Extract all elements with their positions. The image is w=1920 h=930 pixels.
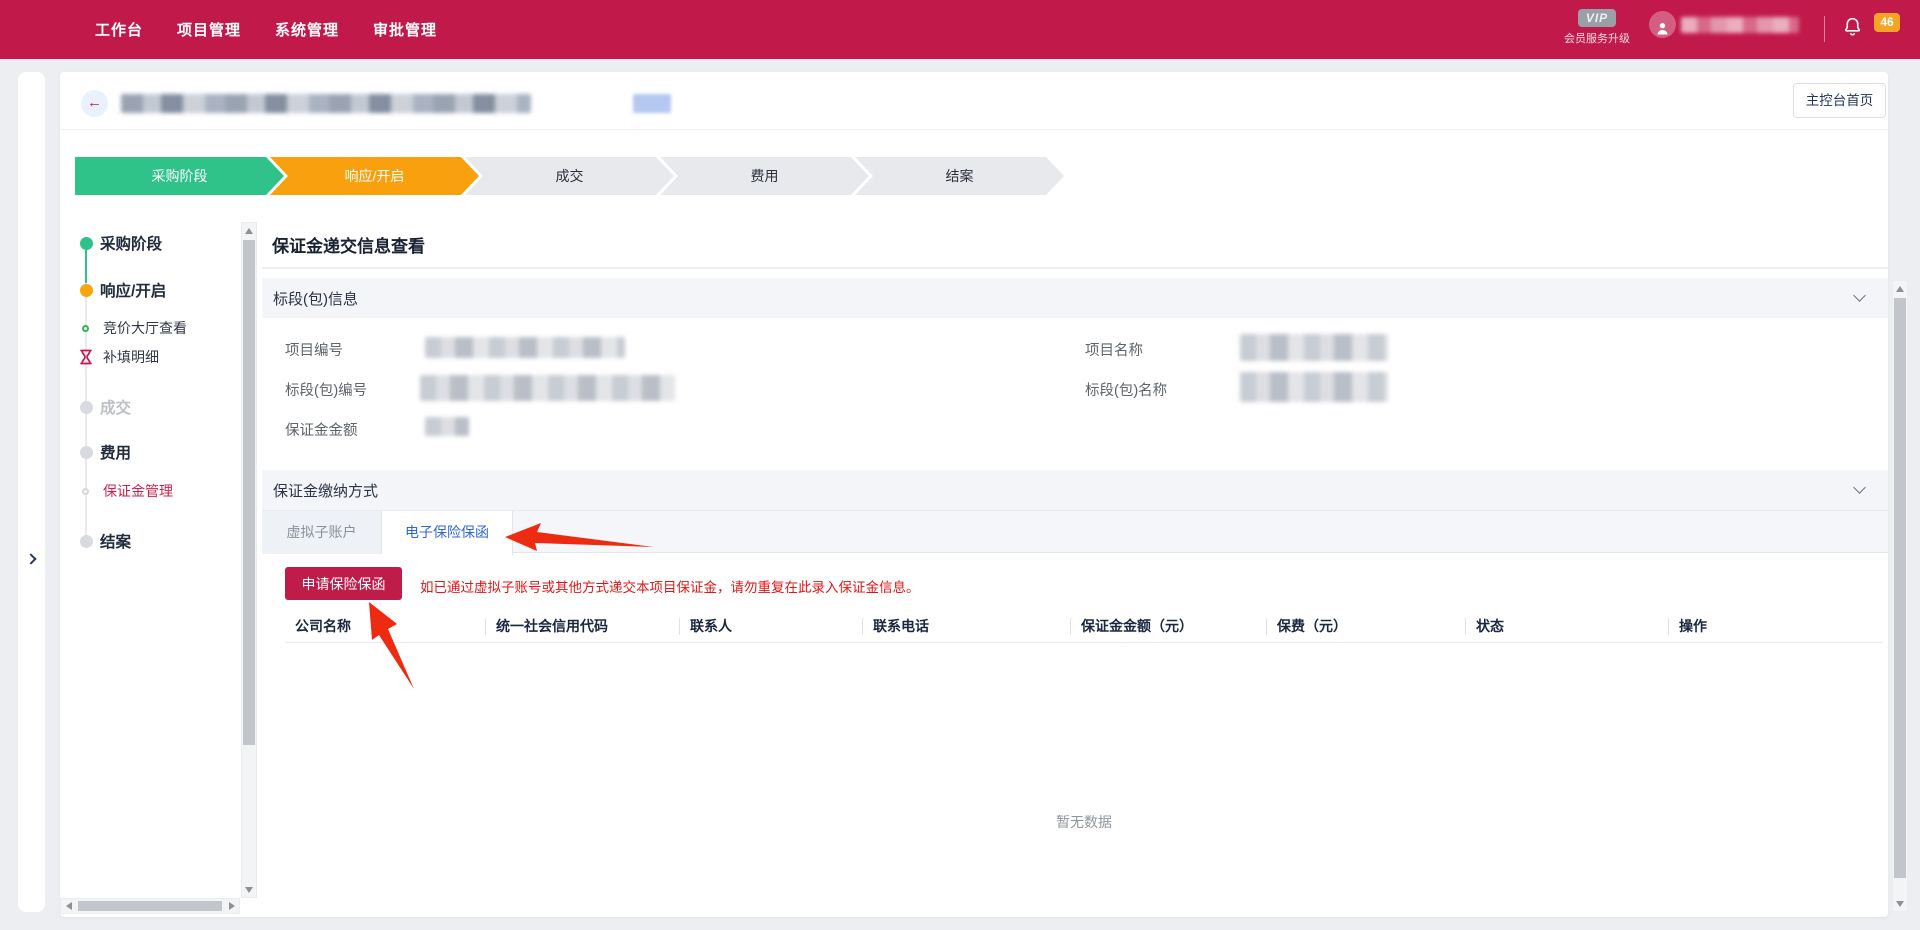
label-project-name: 项目名称 [1085,339,1143,360]
menu-item-project-mgmt[interactable]: 项目管理 [177,19,241,40]
menu-item-system-mgmt[interactable]: 系统管理 [275,19,339,40]
tab-virtual-subaccount[interactable]: 虚拟子账户 [262,511,382,554]
scroll-up-icon[interactable] [242,223,256,238]
status-badge-redacted [633,94,671,113]
step-fee[interactable]: 费用 [660,157,869,195]
back-button[interactable]: ← [81,90,108,117]
collapse-chevron-icon[interactable] [1853,481,1866,494]
divider [262,267,1888,269]
green-dot-icon [80,237,93,250]
section-title: 标段(包)信息 [273,288,358,309]
gray-dot-icon [80,401,93,414]
label-deposit-amount: 保证金金额 [285,419,358,440]
page-root: 工作台 项目管理 系统管理 审批管理 VIP 会员服务升级 46 [0,0,1920,930]
expand-chevron-icon[interactable] [25,553,36,564]
notification-bell-icon[interactable] [1842,15,1863,43]
nav-divider [1824,16,1825,42]
section-header-payment-method: 保证金缴纳方式 [262,470,1888,510]
duplicate-deposit-warning: 如已通过虚拟子账号或其他方式递交本项目保证金，请勿重复在此录入保证金信息。 [420,576,920,596]
sidebar-scrollbar[interactable] [241,222,257,898]
scroll-down-icon[interactable] [1893,896,1907,911]
section-header-package-info: 标段(包)信息 [262,278,1888,318]
value-section-name-redacted [1240,372,1388,402]
value-project-no-redacted [425,337,625,358]
vip-icon: VIP [1578,9,1616,27]
page-title: 保证金递交信息查看 [272,232,425,257]
label-project-no: 项目编号 [285,339,343,360]
person-icon [1653,19,1672,38]
col-company-name: 公司名称 [285,611,486,642]
timeline-connector-done [85,250,87,283]
green-ring-icon [82,325,89,332]
col-status: 状态 [1466,611,1669,642]
scrollbar-thumb[interactable] [78,901,222,911]
scrollbar-thumb[interactable] [1894,298,1906,878]
col-contact-person: 联系人 [680,611,863,642]
orange-dot-icon [80,284,93,297]
label-section-no: 标段(包)编号 [285,379,367,400]
gray-ring-icon [82,488,89,495]
label-section-name: 标段(包)名称 [1085,379,1167,400]
table-empty-state: 暂无数据 [285,812,1883,832]
menu-item-approval-mgmt[interactable]: 审批管理 [373,19,437,40]
value-project-name-redacted [1240,334,1388,361]
menu-item-workbench[interactable]: 工作台 [95,19,143,40]
apply-insurance-letter-button[interactable]: 申请保险保函 [285,567,402,600]
collapse-chevron-icon[interactable] [1853,289,1866,302]
tab-electronic-insurance-letter[interactable]: 电子保险保函 [382,511,513,555]
gray-dot-icon [80,535,93,548]
step-deal[interactable]: 成交 [465,157,674,195]
step-response-open[interactable]: 响应/开启 [270,157,479,195]
scroll-down-icon[interactable] [242,882,256,897]
scrollbar-thumb[interactable] [243,240,255,745]
table-header-row: 公司名称 统一社会信用代码 联系人 联系电话 保证金金额（元） 保费（元） 状态… [285,611,1883,643]
col-contact-phone: 联系电话 [863,611,1071,642]
top-navbar: 工作台 项目管理 系统管理 审批管理 VIP 会员服务升级 46 [0,0,1920,59]
project-title-redacted [121,94,531,113]
user-avatar[interactable] [1649,11,1676,38]
back-arrow-icon: ← [87,94,102,111]
process-steps: 采购阶段 响应/开启 成交 费用 结案 [75,157,1064,195]
main-menu: 工作台 项目管理 系统管理 审批管理 [95,0,437,59]
col-deposit-amount: 保证金金额（元） [1071,611,1267,642]
vip-upgrade[interactable]: VIP 会员服务升级 [1552,9,1642,46]
content-scrollbar[interactable] [1892,280,1908,912]
collapse-panel [18,72,45,912]
sidebar-hscrollbar[interactable] [60,898,240,914]
step-close[interactable]: 结案 [855,157,1064,195]
scroll-left-icon[interactable] [61,899,76,913]
gray-dot-icon [80,446,93,459]
value-section-no-redacted [420,375,675,401]
col-actions: 操作 [1669,611,1883,642]
col-premium: 保费（元） [1267,611,1466,642]
vip-caption: 会员服务升级 [1552,30,1642,46]
username-redacted[interactable] [1681,17,1799,33]
scroll-up-icon[interactable] [1893,281,1907,296]
tab-strip: 虚拟子账户 电子保险保函 [262,510,1888,553]
value-deposit-amount-redacted [425,417,469,436]
notification-count-badge[interactable]: 46 [1874,13,1900,32]
section-title: 保证金缴纳方式 [273,480,378,501]
hourglass-icon [79,349,93,365]
step-procurement[interactable]: 采购阶段 [75,157,284,195]
col-credit-code: 统一社会信用代码 [486,611,680,642]
scroll-right-icon[interactable] [224,899,239,913]
console-home-button[interactable]: 主控台首页 [1793,83,1886,118]
